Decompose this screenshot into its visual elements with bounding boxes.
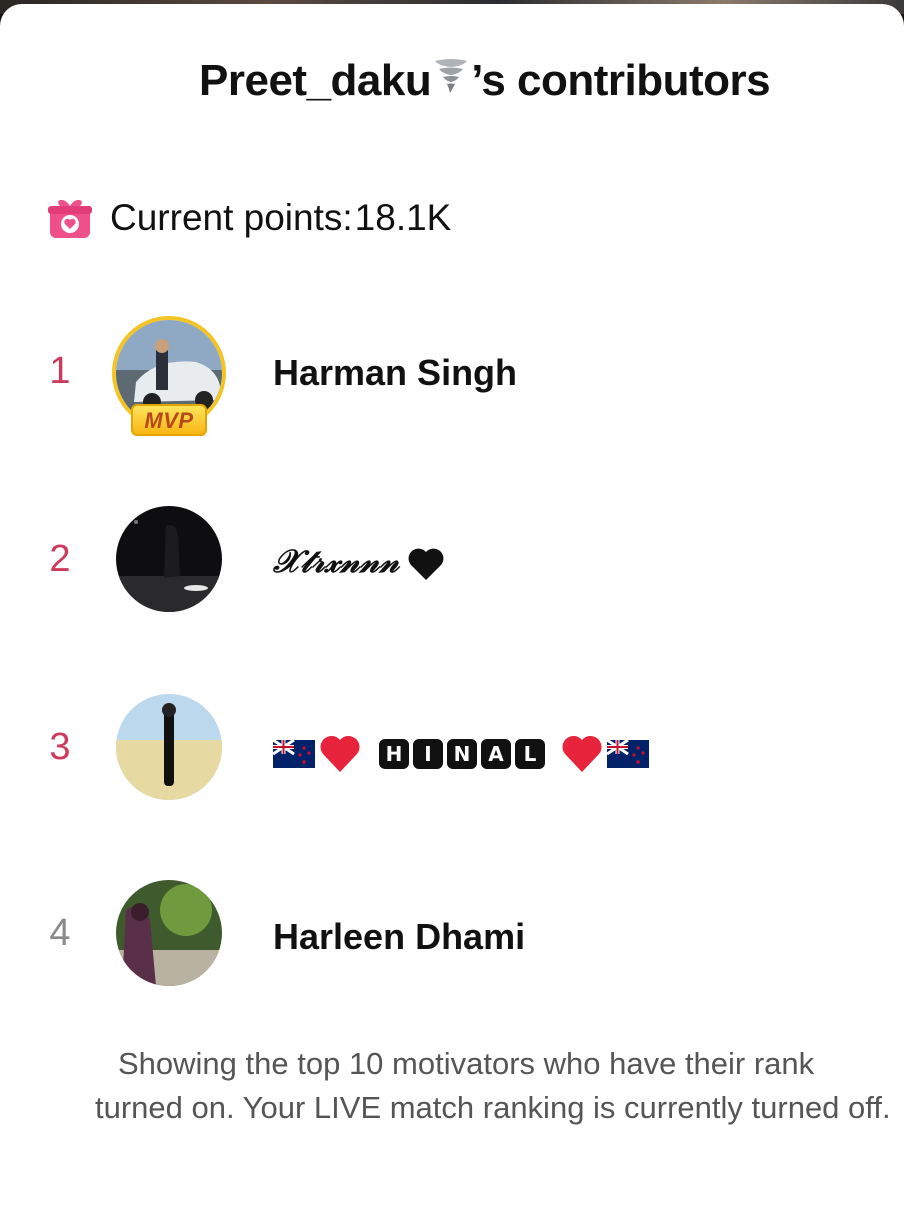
contributor-name: 𝒳𝓉𝓇𝓍𝓃𝓃𝓃 [273,542,445,582]
black-heart-icon [408,548,444,580]
rank-number: 4 [49,912,71,954]
boxed-letter: A [481,739,511,769]
avatar[interactable] [116,694,222,800]
avatar[interactable] [116,506,222,612]
boxed-letter: I [413,739,443,769]
contributor-name: H I N A L [273,734,649,774]
points-value: 18.1K [354,197,452,238]
contributor-row-3[interactable]: 3 H I N A L [0,688,904,808]
boxed-letter: H [379,739,409,769]
boxed-letter: L [515,739,545,769]
boxed-letter: N [447,739,477,769]
avatar[interactable] [116,880,222,986]
new-zealand-flag-icon [273,740,315,768]
contributor-name: Harman Singh [273,352,518,393]
red-heart-icon [320,735,360,772]
mvp-badge: MVP [131,404,207,436]
tornado-icon [433,57,469,104]
red-heart-icon [562,735,602,772]
sheet-title: Preet_daku’s contributors [199,56,771,105]
rank-number: 2 [49,538,71,580]
current-points: Current points:18.1K [46,194,451,242]
contributor-name: Harleen Dhami [273,916,526,957]
boxed-letters: H I N A L [379,739,549,769]
new-zealand-flag-icon [607,740,649,768]
contributor-row-4[interactable]: 4 Harleen Dhami [0,876,904,996]
contributor-row-1[interactable]: 1 MVP Harman Singh [0,312,904,436]
rank-number: 3 [49,726,71,768]
contributor-row-2[interactable]: 2 𝒳𝓉𝓇𝓍𝓃𝓃𝓃 [0,500,904,620]
rank-number: 1 [49,350,71,392]
gift-icon [48,199,92,238]
footer-note: Showing the top 10 motivators who have t… [95,1046,891,1125]
contributors-sheet: Preet_daku’s contributors Current points… [0,4,904,1206]
